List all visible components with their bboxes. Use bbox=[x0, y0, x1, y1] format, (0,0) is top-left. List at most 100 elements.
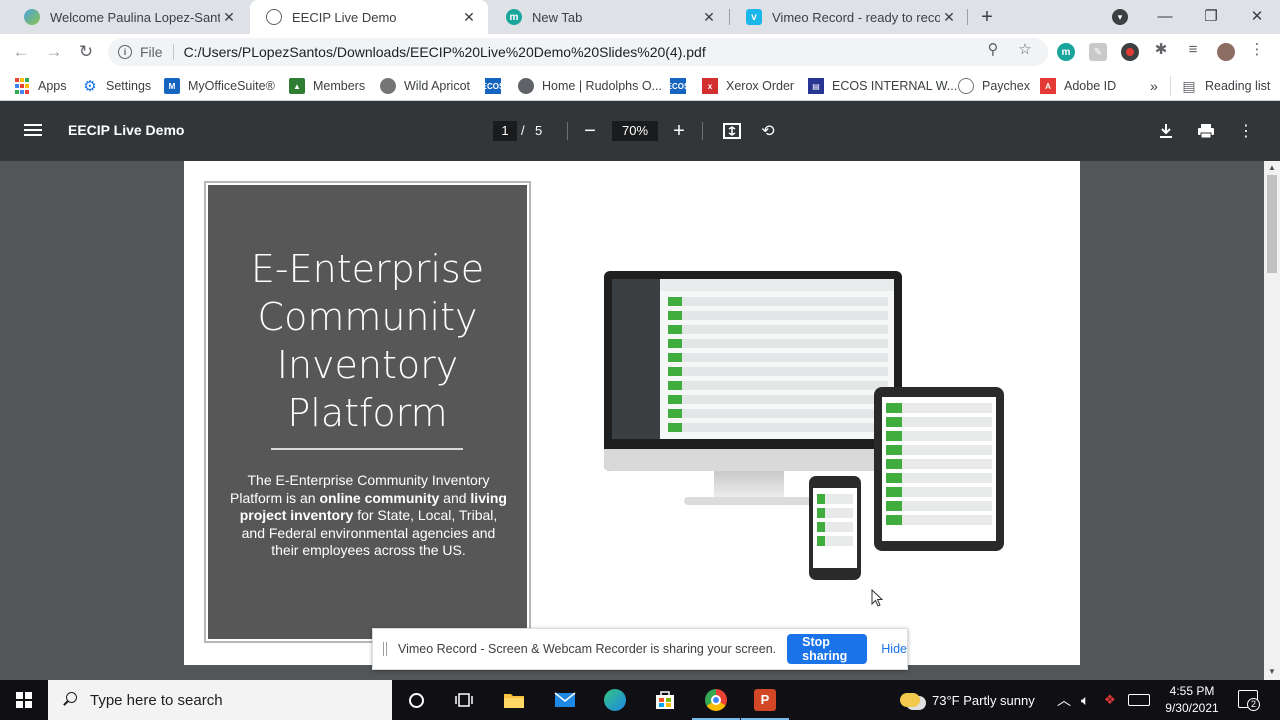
rotate-icon[interactable]: ⟲ bbox=[757, 120, 779, 142]
bookmark-label: Members bbox=[313, 79, 366, 93]
pdf-extension-icon[interactable]: ✎ bbox=[1089, 43, 1107, 61]
close-icon[interactable]: ✕ bbox=[700, 8, 718, 26]
tab-vimeo-record[interactable]: v Vimeo Record - ready to record ✕ bbox=[730, 0, 968, 34]
bookmark-myofficesuite[interactable]: M MyOfficeSuite® bbox=[164, 76, 275, 96]
zoom-level-input[interactable]: 70% bbox=[612, 121, 658, 141]
scroll-down-arrow-icon[interactable]: ▼ bbox=[1268, 667, 1276, 676]
back-arrow-icon[interactable]: ← bbox=[10, 41, 32, 63]
profile-avatar[interactable] bbox=[1217, 43, 1235, 61]
tab-search-icon[interactable]: ▾ bbox=[1112, 9, 1128, 25]
record-extension-icon[interactable] bbox=[1121, 43, 1139, 61]
clock-date: 9/30/2021 bbox=[1165, 701, 1219, 715]
myofficesuite-extension-icon[interactable]: m bbox=[1057, 43, 1075, 61]
bookmark-xerox-order[interactable]: x Xerox Order bbox=[702, 76, 794, 96]
vertical-scrollbar[interactable]: ▲ ▼ bbox=[1264, 161, 1280, 680]
globe-icon bbox=[266, 9, 282, 25]
restore-icon[interactable]: ❐ bbox=[1198, 4, 1224, 28]
hamburger-menu-icon[interactable] bbox=[24, 121, 42, 141]
bookmark-star-icon[interactable]: ☆ bbox=[1016, 40, 1034, 58]
bookmark-label: Adobe ID bbox=[1064, 79, 1117, 93]
info-icon[interactable]: i bbox=[118, 45, 132, 59]
print-icon[interactable] bbox=[1195, 120, 1217, 142]
devices-illustration bbox=[594, 261, 1014, 601]
microsoft-store-icon[interactable] bbox=[653, 688, 677, 712]
browser-toolbar: ← → ↻ i File C:/Users/PLopezSantos/Downl… bbox=[0, 34, 1280, 70]
tab-welcome[interactable]: Welcome Paulina Lopez-Santos! ✕ bbox=[8, 0, 248, 34]
hide-button[interactable]: Hide bbox=[881, 642, 907, 656]
chrome-icon[interactable] bbox=[692, 688, 740, 720]
bookmark-label: Paychex bbox=[982, 79, 1030, 93]
close-icon[interactable]: ✕ bbox=[940, 8, 958, 26]
pdf-toolbar: EECIP Live Demo 1 / 5 − 70% + ⟲ ⋮ bbox=[0, 101, 1280, 161]
task-view-icon[interactable] bbox=[452, 688, 476, 712]
slide-title-line: Community bbox=[257, 295, 478, 339]
taskbar-search-box[interactable]: Type here to search bbox=[48, 680, 392, 720]
edge-icon[interactable] bbox=[603, 688, 627, 712]
bookmark-ecos-internal[interactable]: ▤ ECOS INTERNAL W... bbox=[808, 76, 957, 96]
bookmark-apps[interactable]: Apps bbox=[14, 76, 67, 96]
bookmark-members[interactable]: ▲ Members bbox=[289, 76, 365, 96]
eecip-globe-icon bbox=[24, 9, 40, 25]
bookmark-ecos-2[interactable]: ECOS bbox=[667, 76, 694, 96]
volume-icon[interactable]: 🔈︎ bbox=[1081, 680, 1089, 720]
pdf-viewer[interactable]: E-Enterprise Community Inventory Platfor… bbox=[0, 161, 1264, 680]
minimize-icon[interactable]: — bbox=[1152, 4, 1178, 28]
weather-widget[interactable]: 73°F Partly sunny bbox=[900, 680, 1035, 720]
fit-to-page-icon[interactable] bbox=[721, 120, 743, 142]
close-icon[interactable]: ✕ bbox=[460, 8, 478, 26]
scrollbar-thumb[interactable] bbox=[1267, 175, 1277, 273]
bookmark-adobe-id[interactable]: A Adobe ID bbox=[1040, 76, 1116, 96]
apps-grid-icon bbox=[14, 78, 30, 94]
mail-icon[interactable] bbox=[553, 688, 577, 712]
start-button[interactable] bbox=[0, 680, 48, 720]
powerpoint-icon[interactable]: P bbox=[741, 688, 789, 720]
tab-eecip-live-demo[interactable]: EECIP Live Demo ✕ bbox=[250, 0, 488, 34]
page-number-input[interactable]: 1 bbox=[493, 121, 517, 141]
dropbox-icon[interactable]: ❖ bbox=[1104, 680, 1116, 720]
notification-count-badge: 2 bbox=[1247, 698, 1260, 711]
bookmark-settings[interactable]: ⚙ Settings bbox=[82, 76, 151, 96]
file-explorer-icon[interactable] bbox=[502, 688, 526, 712]
bookmark-ecos[interactable]: ECOS bbox=[482, 76, 509, 96]
url-scheme: File bbox=[140, 44, 163, 60]
more-menu-icon[interactable]: ⋮ bbox=[1248, 40, 1266, 58]
zoom-magnifier-icon[interactable]: ⚲ bbox=[984, 40, 1002, 58]
show-hidden-icons-icon[interactable]: ︿ bbox=[1057, 680, 1071, 720]
bookmark-wild-apricot[interactable]: Wild Apricot bbox=[380, 76, 470, 96]
forward-arrow-icon[interactable]: → bbox=[43, 41, 65, 63]
tab-title: EECIP Live Demo bbox=[292, 9, 397, 25]
drag-handle-icon[interactable] bbox=[383, 642, 387, 656]
slide-title-line: Inventory bbox=[276, 343, 459, 387]
reading-list-button[interactable]: ▤ Reading list bbox=[1170, 76, 1270, 96]
url-text[interactable]: C:/Users/PLopezSantos/Downloads/EECIP%20… bbox=[184, 44, 706, 60]
new-tab-button[interactable]: + bbox=[976, 6, 998, 28]
zoom-out-icon[interactable]: − bbox=[579, 119, 601, 143]
media-control-icon[interactable]: ≡ bbox=[1184, 40, 1202, 58]
more-options-icon[interactable]: ⋮ bbox=[1235, 120, 1257, 142]
paychex-icon bbox=[958, 78, 974, 94]
close-icon[interactable]: ✕ bbox=[220, 8, 238, 26]
download-icon[interactable] bbox=[1155, 120, 1177, 142]
address-bar[interactable]: i File C:/Users/PLopezSantos/Downloads/E… bbox=[108, 38, 1048, 66]
scroll-up-arrow-icon[interactable]: ▲ bbox=[1268, 163, 1276, 172]
search-icon bbox=[62, 692, 78, 708]
keyboard-icon[interactable] bbox=[1128, 680, 1150, 720]
reload-icon[interactable]: ↻ bbox=[75, 41, 97, 63]
vimeo-icon: v bbox=[746, 9, 762, 25]
pdf-page: E-Enterprise Community Inventory Platfor… bbox=[184, 161, 1080, 665]
bookmark-home-rudolphs[interactable]: Home | Rudolphs O... bbox=[518, 76, 662, 96]
cortana-icon[interactable] bbox=[404, 688, 428, 712]
zoom-in-icon[interactable]: + bbox=[668, 119, 690, 143]
tab-strip: Welcome Paulina Lopez-Santos! ✕ EECIP Li… bbox=[0, 0, 1280, 34]
tab-new-tab[interactable]: m New Tab ✕ bbox=[490, 0, 728, 34]
divider bbox=[567, 122, 568, 140]
bookmark-paychex[interactable]: Paychex bbox=[958, 76, 1030, 96]
reading-list-icon: ▤ bbox=[1182, 77, 1196, 94]
stop-sharing-button[interactable]: Stop sharing bbox=[787, 634, 868, 664]
extensions-puzzle-icon[interactable]: ✱ bbox=[1152, 40, 1170, 58]
slide-divider bbox=[271, 448, 463, 450]
system-clock[interactable]: 4:55 PM 9/30/2021 bbox=[1156, 683, 1228, 717]
close-window-icon[interactable]: ✕ bbox=[1244, 4, 1270, 28]
bookmarks-overflow-button[interactable]: » bbox=[1150, 76, 1158, 96]
search-placeholder: Type here to search bbox=[90, 691, 223, 709]
